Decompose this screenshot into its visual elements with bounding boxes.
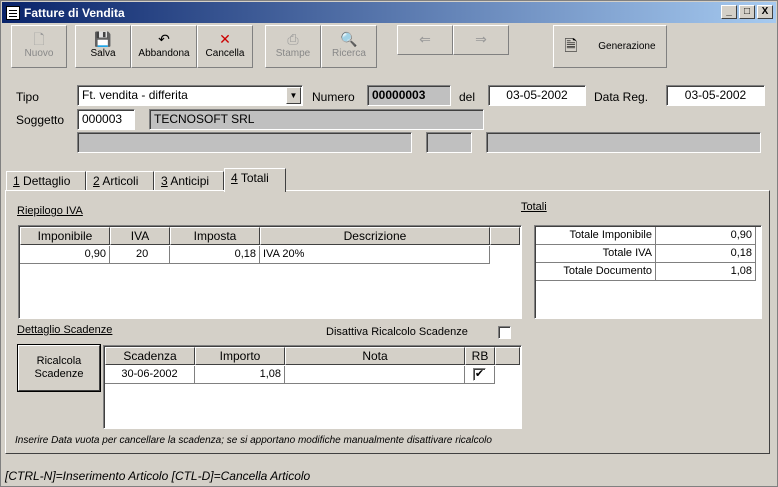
zip-field [426,132,472,153]
riepilogo-iva-title: Riepilogo IVA [17,205,83,217]
del-label: del [459,90,476,104]
chevron-down-icon[interactable]: ▼ [286,87,301,104]
dettaglio-scadenze-title: Dettaglio Scadenze [17,324,113,336]
col-iva[interactable]: IVA [110,227,170,245]
generate-icon: 🗎 [564,37,578,55]
col-rb[interactable]: RB [465,347,495,365]
col-spacer [490,227,520,245]
scadenze-grid[interactable]: Scadenza Importo Nota RB 30-06-2002 1,08… [103,345,522,429]
table-cell[interactable]: IVA 20% [260,246,490,264]
window-title: Fatture di Vendita [24,5,125,20]
table-cell[interactable]: 0,90 [20,246,110,264]
app-icon [6,5,20,20]
tab-totali[interactable]: 4 Totali [224,168,286,192]
totale-imponibile-label: Totale Imponibile [536,227,656,245]
col-imposta[interactable]: Imposta [170,227,260,245]
col-imponibile[interactable]: Imponibile [20,227,110,245]
col-importo[interactable]: Importo [195,347,285,365]
totali-title: Totali [521,201,547,213]
ricerca-button[interactable]: 🔍 Ricerca [321,25,377,68]
riepilogo-iva-grid[interactable]: Imponibile IVA Imposta Descrizione 0,90 … [18,225,522,319]
tab-anticipi[interactable]: 3 Anticipi [154,171,224,191]
tipo-label: Tipo [16,90,39,104]
disattiva-ricalcolo-label: Disattiva Ricalcolo Scadenze [326,326,468,338]
rb-cell[interactable]: ✔ [465,366,495,384]
numero-field: 00000003 [367,85,451,106]
document-icon: 🗋 [33,31,45,47]
tab-dettaglio[interactable]: 1 Dettaglio [6,171,86,191]
title-bar[interactable]: Fatture di Vendita _ □ X [2,2,776,23]
printer-icon: ⎙ [287,31,299,47]
city-field [486,132,761,153]
ricalcola-scadenze-button[interactable]: Ricalcola Scadenze [18,345,100,391]
table-cell[interactable]: 30-06-2002 [105,366,195,384]
arrow-left-icon: ⇐ [419,31,431,47]
col-scadenza[interactable]: Scadenza [105,347,195,365]
col-nota[interactable]: Nota [285,347,465,365]
prev-button[interactable]: ⇐ [397,25,453,55]
search-icon: 🔍 [340,31,358,47]
disattiva-ricalcolo-checkbox[interactable] [498,326,511,339]
datareg-label: Data Reg. [594,90,649,104]
generazione-button[interactable]: 🗎 Generazione [553,25,667,68]
soggetto-code-field[interactable]: 000003 [77,109,135,130]
minimize-button[interactable]: _ [721,5,737,19]
window: Fatture di Vendita _ □ X 🗋 Nuovo 💾 Salva… [0,0,778,487]
salva-button[interactable]: 💾 Salva [75,25,131,68]
maximize-button[interactable]: □ [739,5,755,19]
soggetto-label: Soggetto [16,113,65,127]
floppy-icon: 💾 [94,31,112,47]
stampe-button[interactable]: ⎙ Stampe [265,25,321,68]
soggetto-name-field: TECNOSOFT SRL [149,109,484,130]
arrow-right-icon: ⇒ [475,31,487,47]
numero-label: Numero [312,90,355,104]
nuovo-button[interactable]: 🗋 Nuovo [11,25,67,68]
table-cell[interactable]: 20 [110,246,170,264]
totale-documento-label: Totale Documento [536,263,656,281]
scadenze-hint: Inserire Data vuota per cancellare la sc… [15,435,492,446]
undo-icon: ↶ [158,31,170,47]
status-bar: [CTRL-N]=Inserimento Articolo [CTL-D]=Ca… [5,469,311,483]
totali-grid: Totale Imponibile 0,90 Totale IVA 0,18 T… [534,225,762,319]
table-cell[interactable]: 0,18 [170,246,260,264]
totali-panel: Riepilogo IVA Imponibile IVA Imposta Des… [5,190,770,454]
tipo-select[interactable]: Ft. vendita - differita ▼ [77,85,303,106]
table-cell[interactable]: 1,08 [195,366,285,384]
close-icon: ✕ [219,31,231,47]
datareg-date-field[interactable]: 03-05-2002 [666,85,765,106]
totale-iva-value: 0,18 [656,245,756,263]
abbandona-button[interactable]: ↶ Abbandona [131,25,197,68]
next-button[interactable]: ⇒ [453,25,509,55]
address-field [77,132,412,153]
cancella-button[interactable]: ✕ Cancella [197,25,253,68]
totale-iva-label: Totale IVA [536,245,656,263]
close-button[interactable]: X [757,5,773,19]
totale-documento-value: 1,08 [656,263,756,281]
col-descrizione[interactable]: Descrizione [260,227,490,245]
del-date-field[interactable]: 03-05-2002 [488,85,586,106]
table-cell[interactable] [285,366,465,384]
col-spacer [495,347,520,365]
totale-imponibile-value: 0,90 [656,227,756,245]
tab-articoli[interactable]: 2 Articoli [86,171,154,191]
rb-checkbox[interactable]: ✔ [473,368,486,381]
